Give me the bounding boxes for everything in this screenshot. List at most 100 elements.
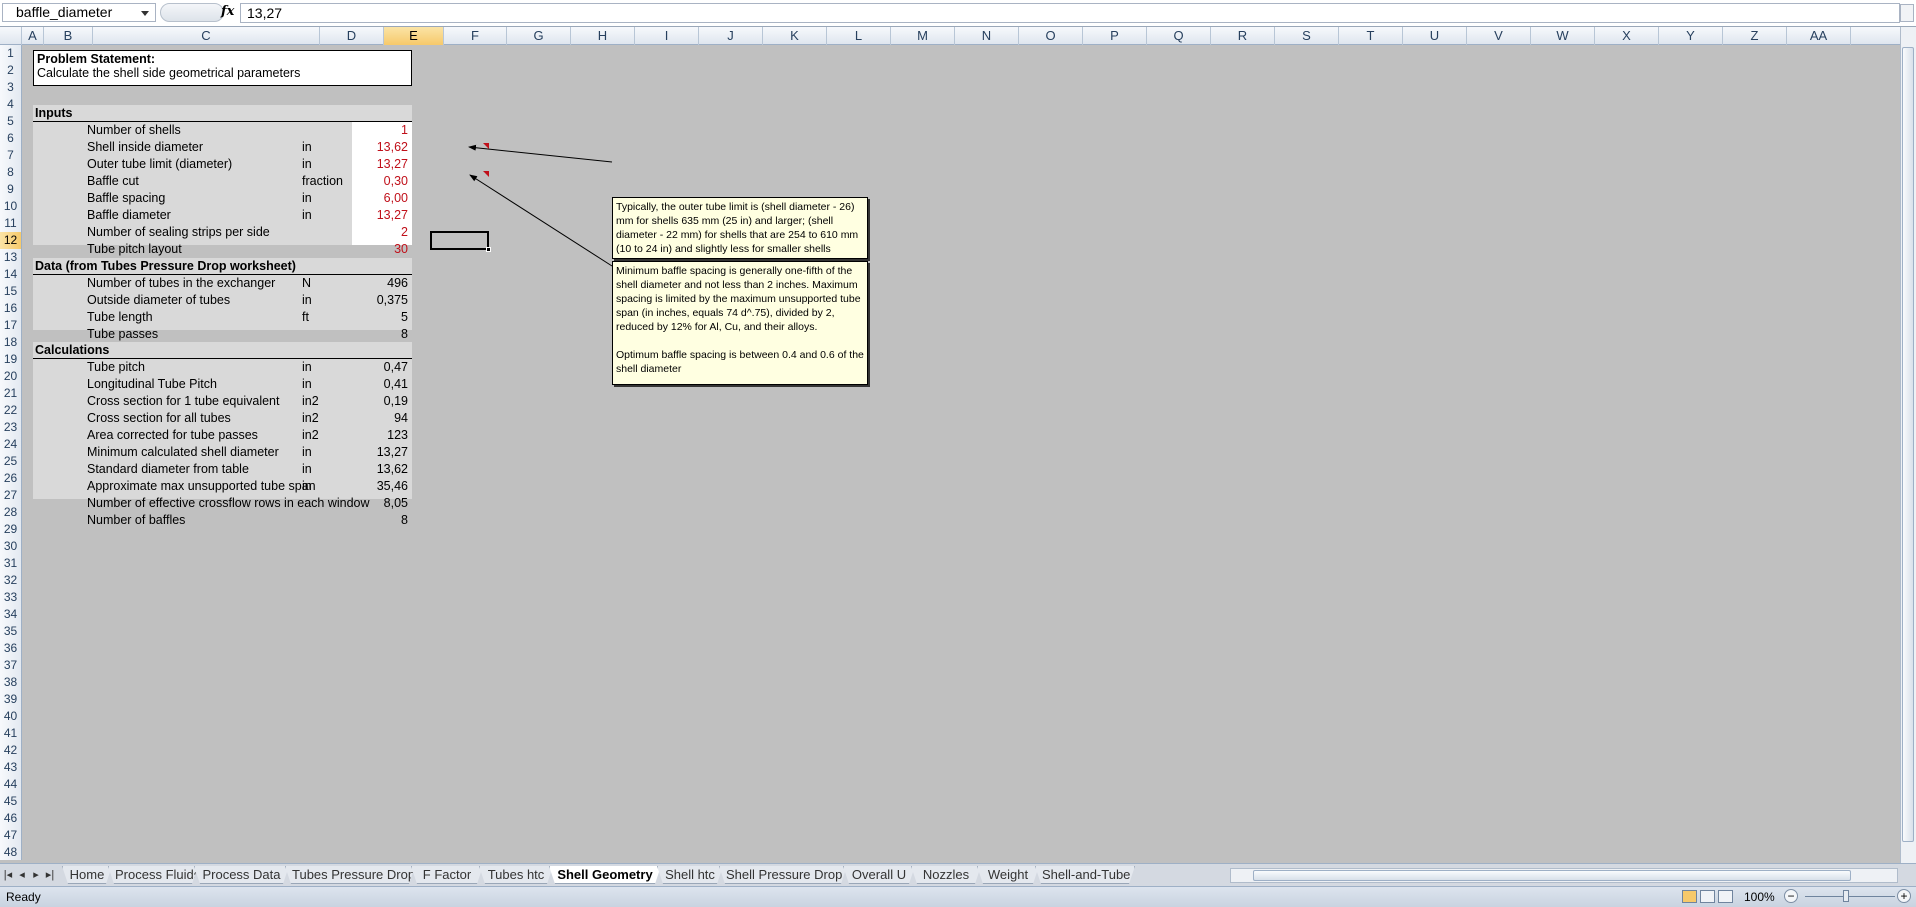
- row-label[interactable]: Tube pitch: [87, 359, 145, 376]
- zoom-slider-thumb[interactable]: [1843, 890, 1849, 902]
- row-header[interactable]: 31: [0, 555, 21, 572]
- sheet-tab[interactable]: Tubes Pressure Drop: [285, 866, 415, 884]
- column-header[interactable]: E: [384, 27, 444, 45]
- row-label[interactable]: Approximate max unsupported tube span: [87, 478, 316, 495]
- column-header[interactable]: S: [1275, 27, 1339, 45]
- chevron-down-icon[interactable]: [141, 11, 149, 16]
- column-header[interactable]: M: [891, 27, 955, 45]
- column-header[interactable]: W: [1531, 27, 1595, 45]
- column-header[interactable]: C: [93, 27, 320, 45]
- row-header[interactable]: 35: [0, 623, 21, 640]
- zoom-out-button[interactable]: −: [1784, 889, 1798, 903]
- row-header[interactable]: 5: [0, 113, 21, 130]
- name-box[interactable]: baffle_diameter: [2, 3, 156, 22]
- page-layout-view-button[interactable]: [1700, 890, 1715, 903]
- row-header[interactable]: 1: [0, 45, 21, 62]
- row-header[interactable]: 44: [0, 776, 21, 793]
- horizontal-scroll-thumb[interactable]: [1253, 870, 1851, 881]
- column-header[interactable]: Y: [1659, 27, 1723, 45]
- row-header[interactable]: 8: [0, 164, 21, 181]
- worksheet-grid[interactable]: Problem Statement: Calculate the shell s…: [23, 45, 1900, 860]
- column-header[interactable]: G: [507, 27, 571, 45]
- row-label[interactable]: Cross section for 1 tube equivalent: [87, 393, 279, 410]
- row-unit[interactable]: in2: [302, 427, 319, 444]
- row-header[interactable]: 14: [0, 266, 21, 283]
- expand-formula-button[interactable]: [1900, 4, 1914, 22]
- select-all-corner[interactable]: [0, 27, 22, 45]
- sheet-tab[interactable]: Shell htc: [657, 866, 723, 884]
- vertical-scroll-thumb[interactable]: [1902, 47, 1914, 842]
- row-header[interactable]: 12: [0, 232, 21, 249]
- row-value[interactable]: 13,62: [352, 461, 408, 478]
- row-label[interactable]: Area corrected for tube passes: [87, 427, 258, 444]
- row-header[interactable]: 33: [0, 589, 21, 606]
- formula-controls[interactable]: [160, 3, 224, 22]
- column-header[interactable]: I: [635, 27, 699, 45]
- row-header[interactable]: 18: [0, 334, 21, 351]
- sheet-tab[interactable]: Tubes htc: [479, 866, 553, 884]
- column-header[interactable]: R: [1211, 27, 1275, 45]
- row-value[interactable]: 0,19: [352, 393, 408, 410]
- first-sheet-icon[interactable]: |◂: [2, 867, 14, 883]
- column-header[interactable]: D: [320, 27, 384, 45]
- row-unit[interactable]: in: [302, 376, 312, 393]
- row-header[interactable]: 36: [0, 640, 21, 657]
- row-label[interactable]: Number of baffles: [87, 512, 185, 529]
- row-header[interactable]: 38: [0, 674, 21, 691]
- row-value[interactable]: 0,41: [352, 376, 408, 393]
- row-value[interactable]: 8,05: [352, 495, 408, 512]
- sheet-tab[interactable]: Process Data: [194, 866, 289, 884]
- row-label[interactable]: Longitudinal Tube Pitch: [87, 376, 217, 393]
- row-header[interactable]: 16: [0, 300, 21, 317]
- vertical-scrollbar[interactable]: [1900, 27, 1916, 863]
- sheet-tab[interactable]: Nozzles: [911, 866, 981, 884]
- row-label[interactable]: Standard diameter from table: [87, 461, 249, 478]
- prev-sheet-icon[interactable]: ◂: [16, 867, 28, 883]
- zoom-slider[interactable]: [1805, 896, 1895, 897]
- column-header[interactable]: Q: [1147, 27, 1211, 45]
- row-header[interactable]: 24: [0, 436, 21, 453]
- row-value[interactable]: 13,27: [352, 444, 408, 461]
- column-header[interactable]: P: [1083, 27, 1147, 45]
- column-header[interactable]: U: [1403, 27, 1467, 45]
- column-header[interactable]: O: [1019, 27, 1083, 45]
- row-unit[interactable]: in2: [302, 393, 319, 410]
- column-header[interactable]: B: [44, 27, 93, 45]
- sheet-tab[interactable]: Overall U: [843, 866, 915, 884]
- column-header[interactable]: T: [1339, 27, 1403, 45]
- row-header[interactable]: 26: [0, 470, 21, 487]
- row-unit[interactable]: in: [302, 478, 312, 495]
- normal-view-button[interactable]: [1682, 890, 1697, 903]
- row-header[interactable]: 28: [0, 504, 21, 521]
- row-header[interactable]: 45: [0, 793, 21, 810]
- row-header[interactable]: 30: [0, 538, 21, 555]
- row-header[interactable]: 22: [0, 402, 21, 419]
- row-header[interactable]: 3: [0, 79, 21, 96]
- column-header[interactable]: Z: [1723, 27, 1787, 45]
- row-header[interactable]: 27: [0, 487, 21, 504]
- zoom-in-button[interactable]: +: [1897, 889, 1911, 903]
- horizontal-scrollbar[interactable]: [1230, 868, 1898, 883]
- row-header[interactable]: 20: [0, 368, 21, 385]
- formula-input[interactable]: 13,27: [240, 3, 1900, 23]
- row-header[interactable]: 32: [0, 572, 21, 589]
- row-header[interactable]: 6: [0, 130, 21, 147]
- row-header[interactable]: 48: [0, 844, 21, 861]
- sheet-tab[interactable]: Process Fluids: [108, 866, 198, 884]
- column-header[interactable]: H: [571, 27, 635, 45]
- row-header[interactable]: 39: [0, 691, 21, 708]
- page-break-view-button[interactable]: [1718, 890, 1733, 903]
- row-header[interactable]: 21: [0, 385, 21, 402]
- row-header[interactable]: 23: [0, 419, 21, 436]
- zoom-level[interactable]: 100%: [1744, 890, 1775, 904]
- sheet-tab[interactable]: Shell Pressure Drop: [719, 866, 847, 884]
- sheet-tab[interactable]: F Factor: [411, 866, 483, 884]
- sheet-tab[interactable]: Shell-and-Tube: [1035, 866, 1135, 884]
- row-value[interactable]: 8: [352, 512, 408, 529]
- row-header[interactable]: 4: [0, 96, 21, 113]
- column-header[interactable]: A: [22, 27, 44, 45]
- next-sheet-icon[interactable]: ▸: [30, 867, 42, 883]
- row-unit[interactable]: in2: [302, 410, 319, 427]
- sheet-tab[interactable]: Shell Geometry: [549, 866, 661, 884]
- row-value[interactable]: 35,46: [352, 478, 408, 495]
